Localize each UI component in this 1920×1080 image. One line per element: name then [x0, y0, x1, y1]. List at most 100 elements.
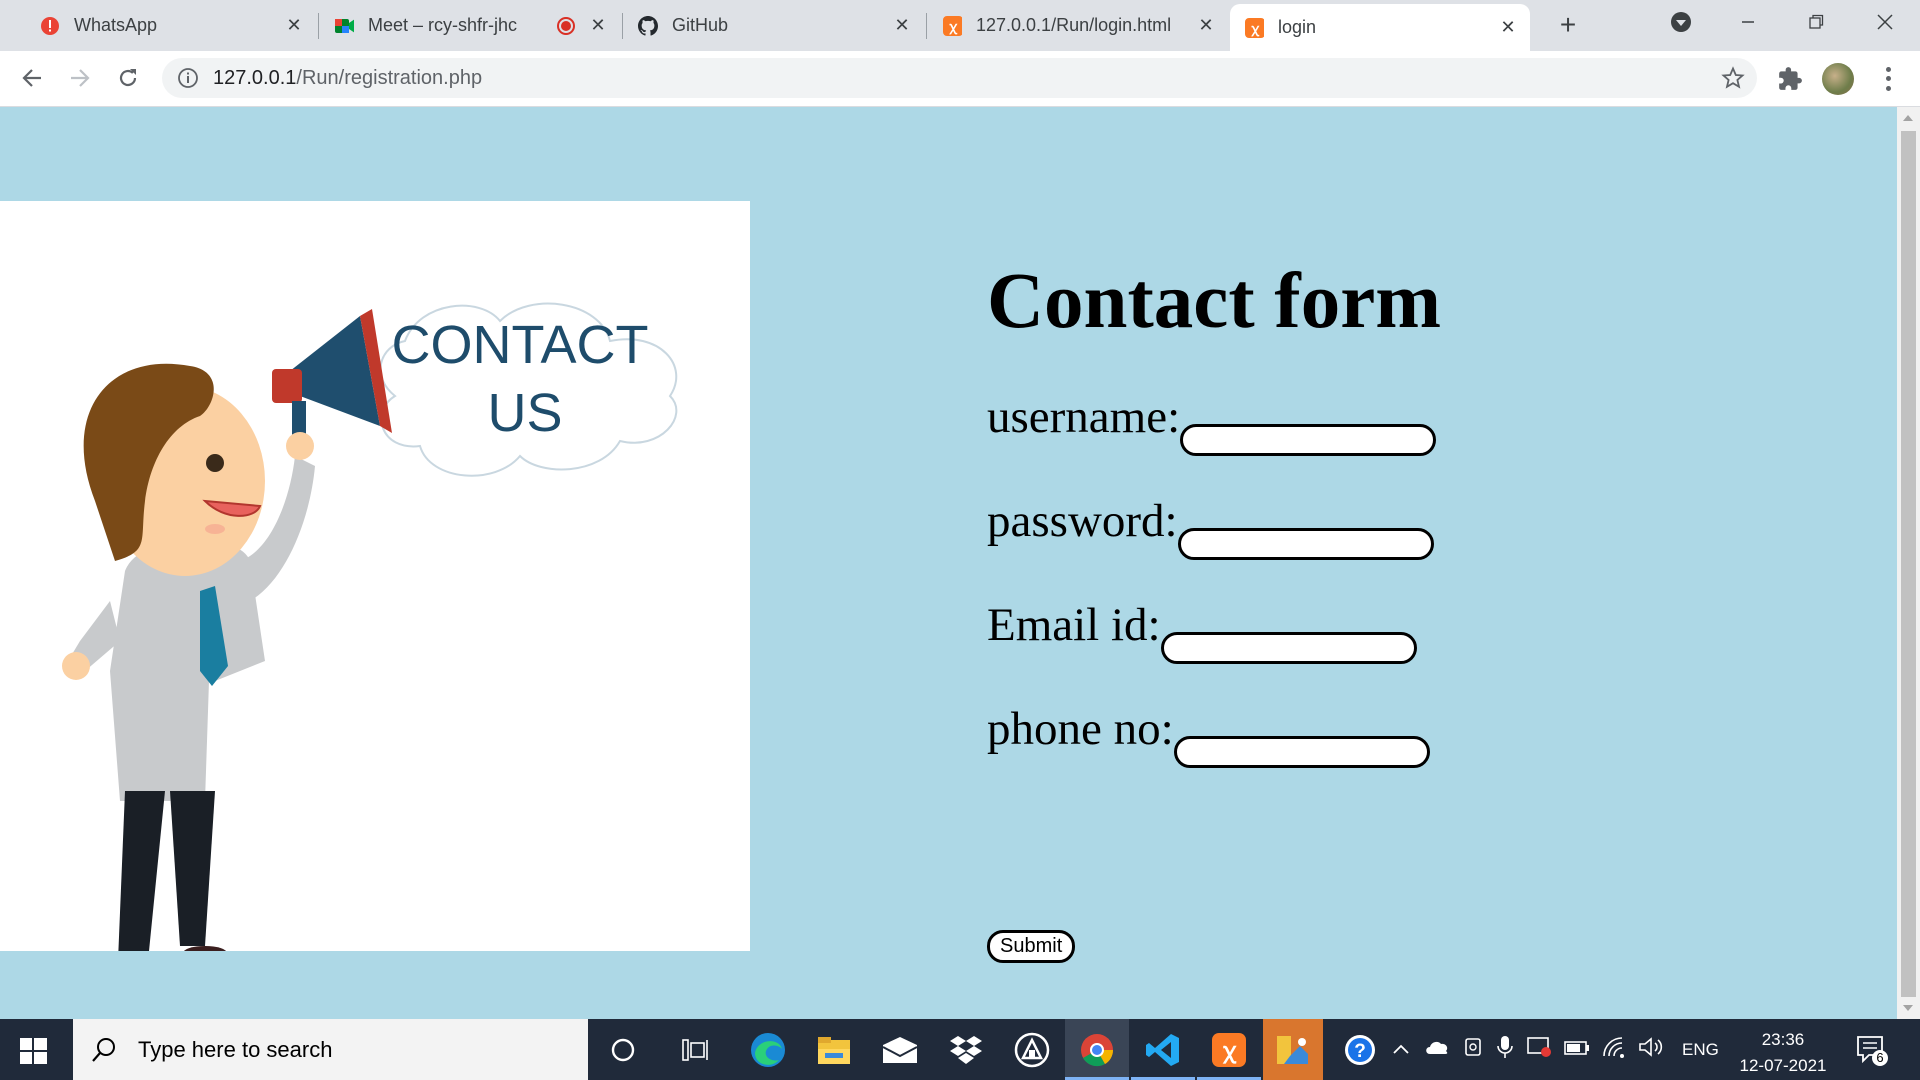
photos-app-icon[interactable] [1273, 1031, 1311, 1069]
phone-row: phone no: [987, 702, 1430, 768]
wifi-icon[interactable] [1602, 1036, 1626, 1063]
xampp-icon: ꭓ [942, 15, 962, 36]
battery-icon[interactable] [1564, 1040, 1590, 1060]
task-view-icon[interactable] [677, 1031, 715, 1069]
file-explorer-icon[interactable] [815, 1031, 853, 1069]
profile-avatar[interactable] [1822, 63, 1854, 95]
scrollbar-thumb[interactable] [1901, 131, 1916, 997]
device-sync-icon[interactable] [1462, 1036, 1484, 1063]
back-arrow-icon[interactable] [15, 61, 49, 95]
xampp-icon: ꭓ [1244, 17, 1264, 38]
github-icon [638, 15, 658, 36]
tab-github[interactable]: GitHub ✕ [624, 0, 924, 51]
tab-title: WhatsApp [74, 15, 158, 35]
tab-divider [926, 13, 927, 39]
browser-menu-icon[interactable] [1880, 65, 1896, 93]
cortana-icon[interactable] [604, 1031, 642, 1069]
email-row: Email id: [987, 598, 1417, 664]
url-path: /Run/registration.php [296, 66, 483, 89]
microphone-icon[interactable] [1496, 1035, 1514, 1064]
page-scrollbar[interactable] [1897, 107, 1920, 1019]
bookmark-star-icon[interactable] [1721, 66, 1745, 90]
clock-time: 23:36 [1761, 1030, 1805, 1049]
restore-icon[interactable] [1788, 0, 1844, 44]
image-caption: CONTACT [392, 315, 649, 375]
app-shield-icon[interactable] [1013, 1031, 1051, 1069]
form-title: Contact form [987, 258, 1442, 345]
url-text: 127.0.0.1/Run/registration.php [213, 67, 482, 90]
username-input[interactable] [1180, 424, 1437, 456]
url-host: 127.0.0.1 [213, 66, 297, 89]
windows-start-icon[interactable] [20, 1037, 48, 1065]
whatsapp-alert-icon [40, 16, 60, 36]
submit-button[interactable]: Submit [987, 930, 1076, 963]
username-label: username: [987, 391, 1181, 443]
search-placeholder: Type here to search [138, 1036, 333, 1062]
notification-count-badge: 6 [1876, 1050, 1884, 1065]
recording-icon [556, 16, 576, 36]
svg-text:?: ? [1354, 1041, 1366, 1062]
vscode-icon[interactable] [1144, 1031, 1182, 1069]
new-tab-plus-icon[interactable]: + [1553, 9, 1583, 40]
show-hidden-icons-icon[interactable] [1390, 1040, 1412, 1060]
password-input[interactable] [1177, 528, 1434, 560]
tab-divider [318, 13, 319, 39]
close-tab-icon[interactable]: ✕ [892, 15, 912, 36]
tab-title: login [1278, 17, 1317, 37]
taskbar-search-box[interactable]: Type here to search [73, 1019, 588, 1080]
onedrive-cloud-icon[interactable] [1424, 1039, 1450, 1060]
phone-label: phone no: [987, 703, 1174, 755]
address-bar[interactable]: 127.0.0.1/Run/registration.php [162, 58, 1757, 98]
minimize-icon[interactable] [1720, 0, 1776, 44]
tab-meet[interactable]: Meet – rcy-shfr-jhc ✕ [320, 0, 620, 51]
email-label: Email id: [987, 599, 1161, 651]
edge-browser-icon[interactable] [749, 1031, 787, 1069]
extensions-puzzle-icon[interactable] [1777, 66, 1803, 92]
close-tab-icon[interactable]: ✕ [1196, 15, 1216, 36]
close-tab-icon[interactable]: ✕ [588, 15, 608, 36]
chrome-icon[interactable] [1078, 1031, 1116, 1069]
tab-title: GitHub [672, 15, 729, 35]
tab-title: Meet – rcy-shfr-jhc [368, 15, 518, 35]
tab-divider [622, 13, 623, 39]
help-icon[interactable]: ? [1341, 1031, 1379, 1069]
browser-toolbar: 127.0.0.1/Run/registration.php [0, 51, 1920, 107]
contact-form: Contact form username: password: Email i… [987, 258, 1442, 963]
tab-search-dropdown-icon[interactable] [1653, 0, 1709, 44]
input-language-indicator[interactable]: ENG [1682, 1040, 1719, 1060]
password-row: password: [987, 494, 1434, 560]
phone-input[interactable] [1173, 736, 1430, 768]
svg-text:ꭓ: ꭓ [1222, 1038, 1237, 1064]
page-viewport: CONTACT US Contact form username: passwo… [0, 107, 1897, 1019]
contact-us-illustration: CONTACT US [0, 201, 750, 974]
clock-date: 12-07-2021 [1739, 1056, 1827, 1075]
reload-icon[interactable] [111, 61, 145, 95]
tab-title: 127.0.0.1/Run/login.html [976, 15, 1172, 35]
system-tray: ENG [1390, 1019, 1719, 1080]
scroll-down-icon[interactable] [1903, 1005, 1913, 1011]
screen-share-icon[interactable] [1526, 1036, 1552, 1063]
windows-taskbar: Type here to search ꭓ ? ENG 23:36 12-07-… [0, 1019, 1920, 1080]
volume-icon[interactable] [1638, 1036, 1664, 1063]
image-caption-2: US [487, 383, 562, 443]
tab-login-html[interactable]: ꭓ 127.0.0.1/Run/login.html ✕ [928, 0, 1228, 51]
email-input[interactable] [1160, 632, 1417, 664]
site-info-icon[interactable] [177, 67, 199, 89]
tab-whatsapp[interactable]: WhatsApp ✕ [26, 0, 316, 51]
username-row: username: [987, 390, 1437, 456]
dropbox-icon[interactable] [947, 1031, 985, 1069]
taskbar-clock[interactable]: 23:36 12-07-2021 [1728, 1027, 1838, 1079]
forward-arrow-icon[interactable] [63, 61, 97, 95]
mail-icon[interactable] [881, 1031, 919, 1069]
google-meet-icon [334, 16, 354, 36]
tab-login[interactable]: ꭓ login ✕ [1230, 4, 1530, 51]
close-tab-icon[interactable]: ✕ [1498, 17, 1518, 38]
xampp-taskbar-icon[interactable]: ꭓ [1210, 1031, 1248, 1069]
search-icon [92, 1037, 115, 1062]
password-label: password: [987, 495, 1178, 547]
action-center-icon[interactable]: 6 [1855, 1033, 1889, 1067]
close-tab-icon[interactable]: ✕ [284, 15, 304, 36]
tab-strip: WhatsApp ✕ Meet – rcy-shfr-jhc ✕ GitHub … [0, 0, 1920, 51]
scroll-up-icon[interactable] [1903, 115, 1913, 121]
close-window-icon[interactable] [1857, 0, 1913, 44]
